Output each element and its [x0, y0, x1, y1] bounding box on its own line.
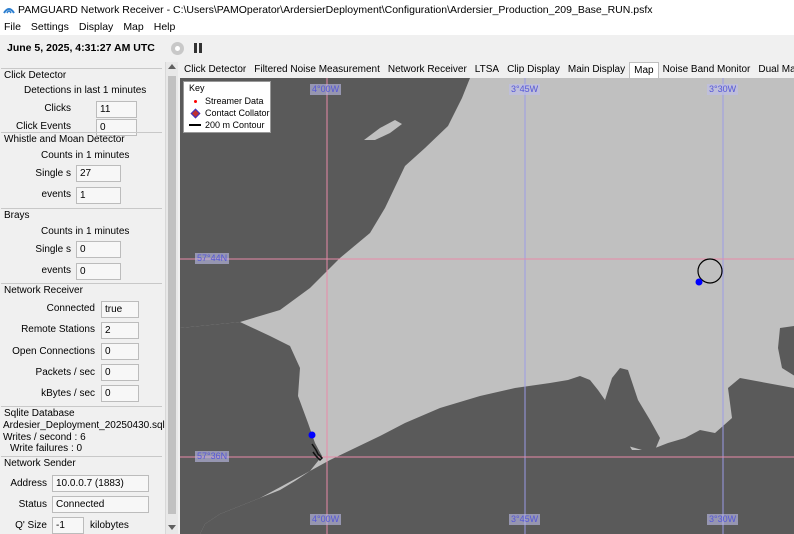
- window-title: PAMGUARD Network Receiver - C:\Users\PAM…: [18, 3, 653, 16]
- lon-label-top-3: 3°30W: [707, 84, 739, 95]
- menu-help[interactable]: Help: [149, 21, 181, 33]
- clicks-value-field: 11: [96, 101, 137, 118]
- section-title: Sqlite Database: [4, 408, 75, 419]
- map-canvas[interactable]: [180, 78, 794, 534]
- address-label: Address: [10, 478, 47, 489]
- section-title: Network Receiver: [4, 285, 83, 296]
- side-panel: Click Detector Detections in last 1 minu…: [0, 62, 165, 534]
- side-panel-scrollbar[interactable]: [165, 62, 178, 534]
- sqlite-database-section: Sqlite Database Ardesier_Deployment_2025…: [1, 406, 165, 456]
- writes-per-second: Writes / second : 6: [3, 432, 86, 443]
- click-events-label: Click Events: [15, 121, 71, 132]
- write-failures: Write failures : 0: [10, 443, 83, 454]
- lon-label-bottom-3: 3°30W: [707, 514, 739, 525]
- open-connections-label: Open Connections: [12, 346, 95, 357]
- status-value-field: Connected: [52, 496, 149, 513]
- address-value-field: 10.0.0.7 (1883): [52, 475, 149, 492]
- tab-click-detector[interactable]: Click Detector: [180, 62, 250, 78]
- key-item-streamer: Streamer Data: [188, 96, 264, 106]
- section-subtitle: Detections in last 1 minutes: [24, 85, 147, 96]
- tab-filtered-noise[interactable]: Filtered Noise Measurement: [250, 62, 384, 78]
- network-sender-section: Network Sender Address 10.0.0.7 (1883) S…: [1, 456, 162, 534]
- brays-events-value-field: 0: [76, 263, 121, 280]
- streamer-position-dot[interactable]: [308, 431, 316, 439]
- menu-display[interactable]: Display: [74, 21, 118, 33]
- map-view[interactable]: Key Streamer Data Contact Collator 200 m…: [180, 78, 794, 534]
- lon-label-bottom-2: 3°45W: [509, 514, 541, 525]
- display-tabs: Click Detector Filtered Noise Measuremen…: [180, 62, 794, 78]
- scroll-up-arrow-icon[interactable]: [168, 64, 176, 69]
- detection-dot[interactable]: [695, 278, 703, 286]
- connected-value-field: true: [101, 301, 139, 318]
- open-connections-value-field: 0: [101, 343, 139, 360]
- pause-button[interactable]: [193, 43, 202, 53]
- remote-stations-value-field: 2: [101, 322, 139, 339]
- small-island: [364, 120, 402, 140]
- tab-noise-band-monitor[interactable]: Noise Band Monitor: [659, 62, 755, 78]
- single-sounds-value-field: 27: [76, 165, 121, 182]
- kbytes-label: kBytes / sec: [41, 388, 95, 399]
- remote-stations-label: Remote Stations: [21, 324, 95, 335]
- menu-file[interactable]: File: [0, 21, 26, 33]
- scrollbar-thumb[interactable]: [168, 76, 176, 514]
- whistle-events-value-field: 1: [76, 187, 121, 204]
- single-sounds-label: Single s: [35, 168, 71, 179]
- tab-main-display[interactable]: Main Display: [564, 62, 629, 78]
- connected-label: Connected: [46, 303, 95, 314]
- network-receiver-section: Network Receiver Connected true Remote S…: [1, 283, 162, 403]
- brays-section: Brays Counts in 1 minutes Single s 0 eve…: [1, 208, 162, 283]
- kbytes-value-field: 0: [101, 385, 139, 402]
- menu-bar: File Settings Display Map Help: [0, 19, 794, 35]
- queue-size-label: Q' Size: [15, 520, 47, 531]
- lon-label-top-1: 4°00W: [310, 84, 342, 95]
- tab-ltsa[interactable]: LTSA: [471, 62, 503, 78]
- brays-events-label: events: [41, 265, 71, 276]
- section-title: Whistle and Moan Detector: [4, 134, 125, 145]
- packets-label: Packets / sec: [35, 367, 95, 378]
- tab-dual-map[interactable]: Dual Map: [754, 62, 794, 78]
- queue-size-value-field: -1: [52, 517, 84, 534]
- scroll-down-arrow-icon[interactable]: [168, 525, 176, 530]
- clicks-label: Clicks: [44, 103, 71, 114]
- pamguard-logo-icon: [3, 7, 15, 14]
- line-icon: [188, 124, 202, 126]
- menu-settings[interactable]: Settings: [26, 21, 74, 33]
- whistle-moan-section: Whistle and Moan Detector Counts in 1 mi…: [1, 132, 162, 208]
- section-title: Network Sender: [4, 458, 76, 469]
- diamond-icon: [188, 108, 202, 118]
- tab-map[interactable]: Map: [629, 62, 659, 78]
- lon-label-bottom-1: 4°00W: [310, 514, 342, 525]
- section-subtitle: Counts in 1 minutes: [41, 226, 130, 237]
- section-title: Brays: [4, 210, 30, 221]
- whistle-events-label: events: [41, 189, 71, 200]
- section-subtitle: Counts in 1 minutes: [41, 150, 130, 161]
- lat-label-2: 57°36N: [195, 451, 230, 462]
- clock-display: June 5, 2025, 4:31:27 AM UTC: [7, 42, 155, 54]
- database-file-name: Ardesier_Deployment_20250430.sqlite3: [3, 420, 165, 431]
- tab-network-receiver[interactable]: Network Receiver: [384, 62, 471, 78]
- queue-size-unit: kilobytes: [90, 520, 129, 531]
- packets-value-field: 0: [101, 364, 139, 381]
- key-item-contour: 200 m Contour: [188, 120, 265, 130]
- lon-label-top-2: 3°45W: [509, 84, 541, 95]
- section-title: Click Detector: [4, 70, 67, 81]
- window-titlebar: PAMGUARD Network Receiver - C:\Users\PAM…: [0, 0, 794, 19]
- brays-single-value-field: 0: [76, 241, 121, 258]
- status-label: Status: [18, 499, 47, 510]
- record-button[interactable]: [170, 41, 184, 55]
- key-item-contact-collator: Contact Collator: [188, 108, 270, 118]
- brays-single-label: Single s: [35, 244, 71, 255]
- lat-label-1: 57°44N: [195, 253, 230, 264]
- tab-clip-display[interactable]: Clip Display: [503, 62, 564, 78]
- toolbar: June 5, 2025, 4:31:27 AM UTC: [0, 36, 794, 60]
- map-key: Key Streamer Data Contact Collator 200 m…: [183, 81, 271, 133]
- red-dot-icon: [188, 99, 202, 103]
- click-detector-section: Click Detector Detections in last 1 minu…: [1, 68, 162, 136]
- menu-map[interactable]: Map: [118, 21, 148, 33]
- key-title: Key: [189, 83, 205, 93]
